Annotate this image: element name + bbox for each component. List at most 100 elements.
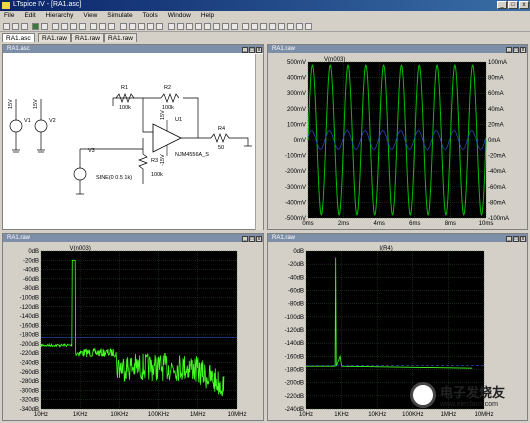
time_plot-x-tick: 8ms — [445, 221, 456, 227]
fft1-x-tick: 1MHz — [190, 412, 206, 418]
drag-icon[interactable] — [251, 23, 258, 30]
paste-icon[interactable] — [138, 23, 145, 30]
undo-icon[interactable] — [260, 23, 267, 30]
spice-directive-icon[interactable] — [305, 23, 312, 30]
tab-raw-2[interactable]: RA1.raw — [71, 33, 104, 42]
elecfans-logo-icon — [410, 382, 436, 408]
wire-icon[interactable] — [168, 23, 175, 30]
menu-simulate[interactable]: Simulate — [103, 11, 136, 21]
zoom-in-icon[interactable] — [61, 23, 68, 30]
capacitor-icon[interactable] — [204, 23, 211, 30]
inductor-icon[interactable] — [213, 23, 220, 30]
tab-raw-3[interactable]: RA1.raw — [104, 33, 137, 42]
cascade-icon[interactable] — [99, 23, 106, 30]
fft1-trace-label: V(n003) — [70, 246, 91, 252]
pan-icon[interactable] — [52, 23, 59, 30]
move-icon[interactable] — [242, 23, 249, 30]
v3-source[interactable] — [73, 149, 87, 195]
print-icon[interactable] — [156, 23, 163, 30]
text-icon[interactable] — [296, 23, 303, 30]
redo-icon[interactable] — [269, 23, 276, 30]
fft1-plot-area — [41, 251, 237, 409]
fft2-y-tick: -100dB — [285, 315, 304, 321]
menu-edit[interactable]: Edit — [20, 11, 39, 21]
rotate-icon[interactable] — [278, 23, 285, 30]
fft-vout-canvas[interactable]: 0dB -20dB -40dB -60dB -80dB -100dB -120dB -140d… — [3, 243, 263, 421]
settings-icon[interactable] — [21, 23, 28, 30]
fft-ir4-maximize-button[interactable]: □ — [513, 236, 519, 242]
component-icon[interactable] — [231, 23, 238, 30]
menu-help[interactable]: Help — [197, 11, 218, 21]
zoom-fit-icon[interactable] — [79, 23, 86, 30]
schematic-maximize-button[interactable]: □ — [249, 47, 255, 53]
ground-icon[interactable] — [177, 23, 184, 30]
schematic-scrollbar[interactable] — [255, 54, 263, 230]
fft1-x-tick: 10Hz — [34, 412, 48, 418]
r2-resistor[interactable] — [160, 93, 180, 103]
fft2-y-tick: -160dB — [285, 354, 304, 360]
label-icon[interactable] — [186, 23, 193, 30]
menu-hierarchy[interactable]: Hierarchy — [42, 11, 78, 21]
time-plot-canvas[interactable]: 500mV 400mV 300mV 200mV 100mV 0mV -100mV -200mV… — [268, 54, 527, 230]
menu-bar: File Edit Hierarchy View Simulate Tools … — [0, 11, 530, 21]
run-icon[interactable] — [32, 23, 39, 30]
save-icon[interactable] — [12, 23, 19, 30]
time-plot-maximize-button[interactable]: □ — [513, 47, 519, 53]
r2-value: 100k — [162, 105, 174, 111]
fft-ir4-window-buttons: _ □ x — [505, 235, 526, 242]
time_plot-y-tick: 0mV — [294, 138, 306, 144]
find-icon[interactable] — [147, 23, 154, 30]
fft1-y-tick: -280dB — [20, 379, 39, 385]
fft2-x-tick: 10KHz — [368, 412, 386, 418]
fft-vout-minimize-button[interactable]: _ — [242, 236, 248, 242]
menu-file[interactable]: File — [0, 11, 18, 21]
r3-value: 100k — [151, 172, 163, 178]
fft-vout-close-button[interactable]: x — [256, 236, 262, 242]
time_plot-trace-label: V(n003) — [324, 57, 345, 63]
time_plot-y-tick: -300mV — [285, 185, 306, 191]
output-feedback-wire — [183, 97, 199, 138]
menu-view[interactable]: View — [79, 11, 101, 21]
maximize-button[interactable]: □ — [508, 1, 518, 9]
open-icon[interactable] — [3, 23, 10, 30]
tile-icon[interactable] — [90, 23, 97, 30]
time-plot-minimize-button[interactable]: _ — [506, 47, 512, 53]
fft-vout-maximize-button[interactable]: □ — [249, 236, 255, 242]
fft1-y-tick: -200dB — [20, 342, 39, 348]
copy-icon[interactable] — [129, 23, 136, 30]
time_plot-y-tick: 500mV — [287, 60, 306, 66]
fft1-y-tick: -100dB — [20, 295, 39, 301]
menu-tools[interactable]: Tools — [139, 11, 162, 21]
fft2-y-tick: -140dB — [285, 341, 304, 347]
time-plot-close-button[interactable]: x — [520, 47, 526, 53]
fft2-y-tick: -80dB — [288, 302, 304, 308]
time-plot-window: RA1.raw _ □ x 500mV 400mV 300mV 200mV 100mV 0mV… — [267, 44, 528, 230]
fft1-x-tick: 100KHz — [148, 412, 169, 418]
tab-schematic[interactable]: RA1.asc — [2, 33, 35, 42]
minimize-button[interactable]: _ — [497, 1, 507, 9]
time_plot-y-tick: 200mV — [287, 107, 306, 113]
halt-icon[interactable] — [41, 23, 48, 30]
schematic-minimize-button[interactable]: _ — [242, 47, 248, 53]
mirror-icon[interactable] — [287, 23, 294, 30]
fft-ir4-close-button[interactable]: x — [520, 236, 526, 242]
r4-resistor[interactable] — [210, 133, 235, 143]
time_plot-y2-tick: 0mA — [488, 138, 500, 144]
fft2-y-tick: -60dB — [288, 289, 304, 295]
resistor-icon[interactable] — [195, 23, 202, 30]
zoom-out-icon[interactable] — [70, 23, 77, 30]
schematic-canvas[interactable]: V1 15V V2 15V V3 SINE(0 0.5 1k) R1 100k … — [3, 54, 263, 230]
r3-resistor[interactable] — [138, 149, 148, 184]
v1-value: 15V — [8, 99, 14, 109]
time_plot-x-tick: 4ms — [374, 221, 385, 227]
close-button[interactable]: x — [519, 1, 529, 9]
menu-window[interactable]: Window — [164, 11, 195, 21]
tab-raw-1[interactable]: RA1.raw — [38, 33, 71, 42]
diode-icon[interactable] — [222, 23, 229, 30]
load-wire — [235, 137, 249, 146]
schematic-close-button[interactable]: x — [256, 47, 262, 53]
cut-icon[interactable] — [120, 23, 127, 30]
fft-ir4-minimize-button[interactable]: _ — [506, 236, 512, 242]
fft1-y-tick: -60dB — [23, 277, 39, 283]
close-window-icon[interactable] — [108, 23, 115, 30]
